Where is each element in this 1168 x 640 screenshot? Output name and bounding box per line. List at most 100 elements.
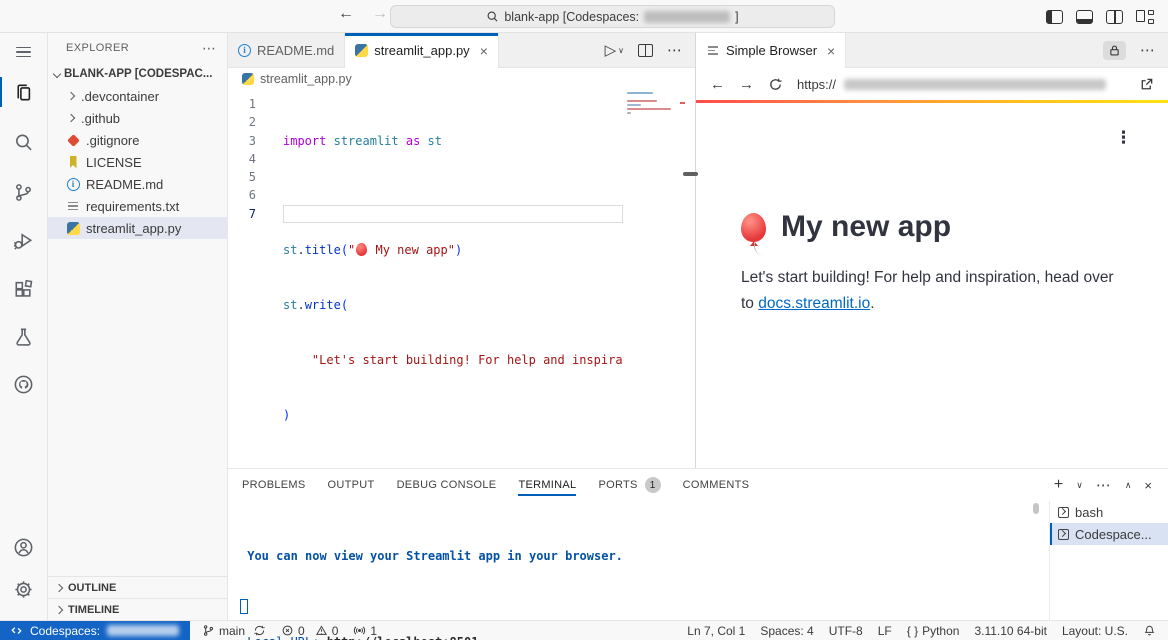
editor-sash-handle[interactable]: [683, 172, 698, 176]
encoding-status[interactable]: UTF-8: [829, 624, 863, 638]
panel-more-actions-icon[interactable]: ⋯: [1096, 476, 1112, 494]
cursor-position-status[interactable]: Ln 7, Col 1: [687, 624, 745, 638]
python-file-icon: [355, 44, 368, 57]
info-file-icon: i: [238, 44, 251, 57]
minimap[interactable]: [625, 90, 685, 190]
customize-layout-icon[interactable]: [1136, 9, 1154, 24]
language-status[interactable]: { }Python: [907, 624, 960, 638]
tree-root-folder[interactable]: BLANK-APP [CODESPAC...: [48, 63, 227, 85]
streamlit-app-content: ⋮ My new app Let's start building! For h…: [696, 103, 1168, 468]
code-editor[interactable]: 1 2 3 4 5 6 7 import streamlit as st st.…: [228, 90, 695, 468]
tree-item-readme[interactable]: i README.md: [48, 173, 227, 195]
tab-simple-browser[interactable]: Simple Browser ×: [696, 33, 846, 68]
history-forward-icon[interactable]: →: [372, 5, 388, 23]
menu-icon[interactable]: [0, 33, 47, 71]
panel-header: PROBLEMS OUTPUT DEBUG CONSOLE TERMINAL P…: [228, 469, 1168, 501]
terminal-instance-codespace[interactable]: Codespace...: [1050, 523, 1168, 545]
overview-ruler-mark: [680, 102, 685, 104]
terminal-instance-bash[interactable]: bash: [1050, 501, 1168, 523]
search-view-icon[interactable]: [0, 121, 47, 163]
new-terminal-icon[interactable]: +: [1054, 476, 1063, 494]
tab-terminal[interactable]: TERMINAL: [518, 469, 576, 501]
redacted-codespace-name: [644, 11, 730, 23]
redacted-url: [844, 79, 1106, 90]
testing-icon[interactable]: [0, 315, 47, 357]
terminal-dropdown-icon[interactable]: ∨: [1076, 480, 1083, 491]
tree-item-license[interactable]: LICENSE: [48, 151, 227, 173]
tab-readme[interactable]: i README.md: [228, 33, 345, 67]
command-center-search[interactable]: blank-app [Codespaces: ]: [390, 5, 835, 28]
redacted-codespace-name: [107, 625, 179, 636]
open-external-icon[interactable]: [1139, 77, 1154, 92]
streamlit-menu-icon[interactable]: ⋮: [1115, 128, 1132, 148]
run-dropdown-icon[interactable]: ∨: [618, 46, 624, 55]
browser-toolbar: ← → https://: [696, 68, 1168, 100]
editor-group: i README.md streamlit_app.py × ▷∨ ⋯: [228, 33, 695, 468]
tab-problems[interactable]: PROBLEMS: [242, 469, 306, 501]
license-file-icon: [66, 155, 80, 169]
toggle-sidebar-icon[interactable]: [1046, 10, 1063, 24]
tab-streamlit-app[interactable]: streamlit_app.py ×: [345, 33, 499, 68]
indentation-status[interactable]: Spaces: 4: [760, 624, 813, 638]
close-tab-icon[interactable]: ×: [827, 43, 835, 59]
maximize-panel-icon[interactable]: ∧: [1125, 480, 1132, 491]
git-file-icon: [66, 133, 80, 147]
tab-debug-console[interactable]: DEBUG CONSOLE: [397, 469, 497, 501]
tree-item-github[interactable]: .github: [48, 107, 227, 129]
keyboard-layout-status[interactable]: Layout: U.S.: [1062, 624, 1128, 638]
terminal-instances-list: bash Codespace...: [1049, 501, 1168, 620]
settings-gear-icon[interactable]: [0, 568, 47, 610]
tab-output[interactable]: OUTPUT: [328, 469, 375, 501]
docs-streamlit-link[interactable]: docs.streamlit.io: [758, 295, 870, 312]
explorer-more-actions-icon[interactable]: ⋯: [202, 40, 217, 57]
chevron-right-icon: [67, 114, 75, 122]
browser-more-actions-icon[interactable]: ⋯: [1140, 41, 1156, 59]
notifications-bell[interactable]: [1143, 624, 1156, 637]
lock-icon: [1108, 44, 1121, 57]
timeline-section[interactable]: TIMELINE: [48, 598, 227, 620]
browser-forward-icon[interactable]: →: [739, 76, 754, 93]
editor-more-actions-icon[interactable]: ⋯: [667, 41, 683, 59]
explorer-sidebar: EXPLORER ⋯ BLANK-APP [CODESPAC... .devco…: [48, 33, 228, 620]
vscode-window: ← → blank-app [Codespaces: ]: [0, 0, 1168, 640]
terminal-output[interactable]: You can now view your Streamlit app in y…: [240, 521, 623, 640]
workspace-title-suffix: ]: [735, 10, 738, 24]
history-back-icon[interactable]: ←: [338, 5, 354, 23]
python-file-icon: [66, 221, 80, 235]
run-python-file-button[interactable]: ▷∨: [605, 41, 624, 59]
close-panel-icon[interactable]: ×: [1144, 478, 1152, 493]
tab-comments[interactable]: COMMENTS: [683, 469, 750, 501]
extensions-icon[interactable]: [0, 268, 47, 310]
search-icon: [486, 10, 499, 23]
outline-section[interactable]: OUTLINE: [48, 576, 227, 598]
breadcrumb[interactable]: streamlit_app.py: [228, 68, 695, 90]
account-icon[interactable]: [0, 526, 47, 568]
reload-icon[interactable]: [768, 77, 783, 92]
source-control-icon[interactable]: [0, 171, 47, 213]
lock-button[interactable]: [1103, 41, 1126, 60]
file-tree: BLANK-APP [CODESPAC... .devcontainer .gi…: [48, 63, 227, 576]
tree-item-requirements[interactable]: requirements.txt: [48, 195, 227, 217]
explorer-title: EXPLORER: [66, 42, 129, 54]
split-editor-icon[interactable]: [638, 44, 653, 57]
tree-item-streamlit-app[interactable]: streamlit_app.py: [48, 217, 227, 239]
github-icon[interactable]: [0, 363, 47, 405]
code-content[interactable]: import streamlit as st st.title(" My new…: [283, 95, 627, 468]
close-tab-icon[interactable]: ×: [480, 43, 488, 59]
tree-item-gitignore[interactable]: .gitignore: [48, 129, 227, 151]
browser-back-icon[interactable]: ←: [710, 76, 725, 93]
eol-status[interactable]: LF: [878, 624, 892, 638]
chevron-right-icon: [55, 583, 63, 591]
python-version-status[interactable]: 3.11.10 64-bit: [974, 624, 1047, 638]
line-numbers-gutter: 1 2 3 4 5 6 7: [228, 95, 268, 223]
ports-badge: 1: [645, 477, 661, 493]
tree-item-devcontainer[interactable]: .devcontainer: [48, 85, 227, 107]
explorer-icon[interactable]: [0, 71, 47, 113]
remote-indicator[interactable]: Codespaces:: [0, 621, 190, 640]
toggle-secondary-sidebar-icon[interactable]: [1106, 10, 1123, 24]
run-debug-icon[interactable]: [0, 219, 47, 261]
panel-scrollbar-thumb[interactable]: [1033, 503, 1039, 514]
tab-ports[interactable]: PORTS1: [598, 469, 660, 501]
toggle-panel-icon[interactable]: [1076, 10, 1093, 24]
url-scheme: https://: [797, 77, 836, 92]
